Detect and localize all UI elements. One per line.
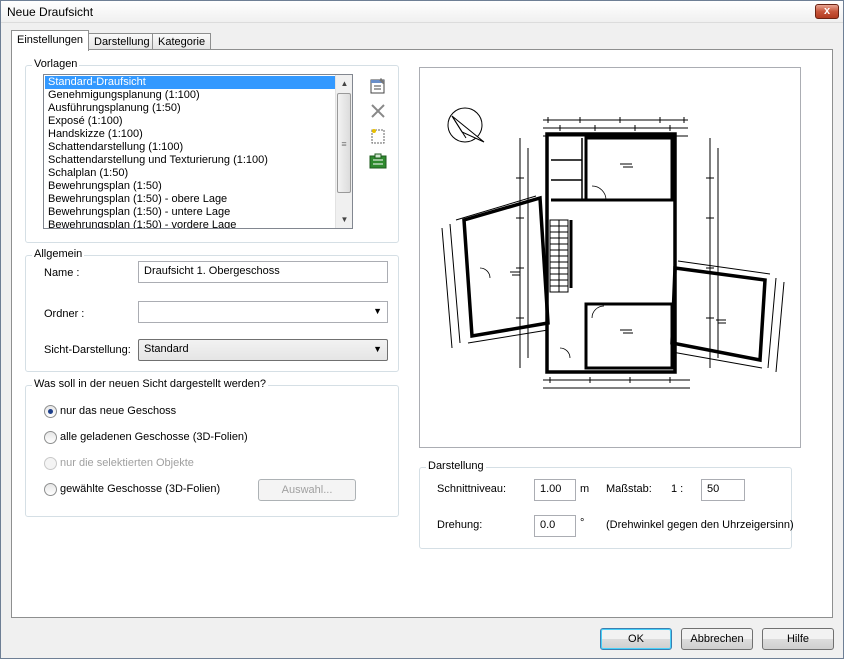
- darstellung-label: Darstellung: [426, 460, 486, 472]
- new-template-icon[interactable]: [367, 126, 389, 146]
- north-arrow-icon: [447, 107, 485, 143]
- sicht-label: Sicht-Darstellung:: [44, 344, 131, 356]
- scroll-up-icon[interactable]: ▲: [336, 75, 352, 92]
- drehung-hint: (Drehwinkel gegen den Uhrzeigersinn): [606, 519, 794, 531]
- radio-button-disabled: [44, 457, 57, 470]
- vorlagen-scrollbar[interactable]: ▲ ≡ ▼: [335, 75, 352, 228]
- radio-label: nur die selektierten Objekte: [60, 457, 194, 469]
- radio-button-checked[interactable]: [44, 405, 57, 418]
- vorlagen-list-item[interactable]: Handskizze (1:100): [45, 128, 335, 141]
- scroll-down-icon[interactable]: ▼: [336, 211, 352, 228]
- auswahl-button: Auswahl...: [258, 479, 356, 501]
- dialog-window: Neue Draufsicht x Einstellungen Darstell…: [0, 0, 844, 659]
- vorlagen-list-item[interactable]: Bewehrungsplan (1:50) - untere Lage: [45, 206, 335, 219]
- abbrechen-button[interactable]: Abbrechen: [681, 628, 753, 650]
- floorplan-drawing: [441, 107, 785, 389]
- schnitt-unit: m: [580, 483, 590, 495]
- drehung-unit: °: [580, 517, 585, 529]
- schnittniveau-field[interactable]: 1.00: [534, 479, 576, 501]
- vorlagen-label: Vorlagen: [32, 58, 80, 70]
- radio-label: alle geladenen Geschosse (3D-Folien): [60, 431, 248, 443]
- window-title: Neue Draufsicht: [7, 5, 94, 19]
- sicht-value: Standard: [144, 343, 189, 355]
- vorlagen-list-item[interactable]: Bewehrungsplan (1:50): [45, 180, 335, 193]
- chevron-down-icon: ▼: [373, 306, 382, 316]
- radio-button[interactable]: [44, 431, 57, 444]
- ordner-label: Ordner :: [44, 308, 85, 320]
- ok-button[interactable]: OK: [600, 628, 672, 650]
- hilfe-button[interactable]: Hilfe: [762, 628, 834, 650]
- radio-button[interactable]: [44, 483, 57, 496]
- massstab-prefix: 1 :: [671, 483, 684, 495]
- drehung-field[interactable]: 0.0: [534, 515, 576, 537]
- vorlagen-list-item[interactable]: Ausführungsplanung (1:50): [45, 102, 335, 115]
- chevron-down-icon: ▼: [373, 344, 382, 354]
- vorlagen-list-item[interactable]: Exposé (1:100): [45, 115, 335, 128]
- title-bar[interactable]: Neue Draufsicht x: [1, 1, 843, 23]
- scroll-thumb[interactable]: ≡: [337, 93, 351, 193]
- anzeige-label: Was soll in der neuen Sicht dargestellt …: [32, 378, 268, 390]
- tab-einstellungen[interactable]: Einstellungen: [11, 30, 90, 51]
- name-field[interactable]: Draufsicht 1. Obergeschoss: [138, 261, 388, 283]
- vorlagen-list-item[interactable]: Standard-Draufsicht: [45, 76, 335, 89]
- drehung-label: Drehung:: [437, 519, 483, 531]
- rename-icon[interactable]: [367, 152, 389, 172]
- schnitt-label: Schnittniveau:: [437, 483, 507, 495]
- properties-icon[interactable]: [367, 76, 389, 96]
- massstab-label: Maßstab:: [606, 483, 652, 495]
- floorplan-preview: [419, 67, 801, 448]
- vorlagen-list-item[interactable]: Bewehrungsplan (1:50) - vordere Lage: [45, 219, 335, 228]
- name-label: Name :: [44, 267, 80, 279]
- massstab-field[interactable]: 50: [701, 479, 745, 501]
- vorlagen-list-item[interactable]: Schattendarstellung und Texturierung (1:…: [45, 154, 335, 167]
- delete-icon[interactable]: [367, 101, 389, 121]
- vorlagen-list-item[interactable]: Genehmigungsplanung (1:100): [45, 89, 335, 102]
- allgemein-label: Allgemein: [32, 248, 85, 260]
- radio-label: gewählte Geschosse (3D-Folien): [60, 483, 221, 495]
- vorlagen-list[interactable]: Standard-Draufsicht Genehmigungsplanung (…: [43, 74, 353, 229]
- vorlagen-list-item[interactable]: Schalplan (1:50): [45, 167, 335, 180]
- ordner-select[interactable]: ▼: [138, 301, 388, 323]
- radio-label: nur das neue Geschoss: [60, 405, 177, 417]
- close-button[interactable]: x: [815, 4, 839, 19]
- vorlagen-list-item[interactable]: Bewehrungsplan (1:50) - obere Lage: [45, 193, 335, 206]
- vorlagen-list-item[interactable]: Schattendarstellung (1:100): [45, 141, 335, 154]
- sicht-darstellung-select[interactable]: Standard ▼: [138, 339, 388, 361]
- vorlagen-items: Standard-Draufsicht Genehmigungsplanung (…: [45, 76, 335, 228]
